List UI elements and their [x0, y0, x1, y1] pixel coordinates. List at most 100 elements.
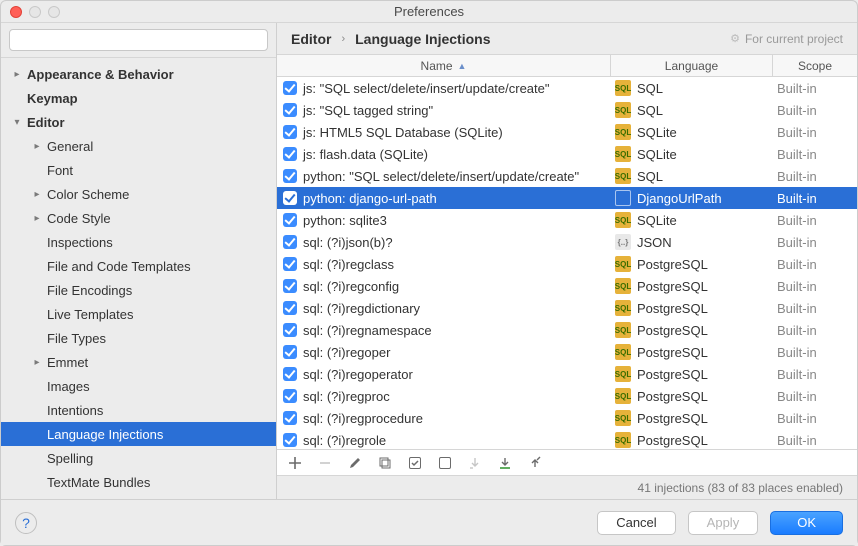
sidebar-item-file-encodings[interactable]: File Encodings — [1, 278, 276, 302]
move-to-project-button[interactable] — [467, 455, 483, 471]
table-row[interactable]: js: HTML5 SQL Database (SQLite)SQLiteBui… — [277, 121, 857, 143]
table-row[interactable]: sql: (?i)regnamespacePostgreSQLBuilt-in — [277, 319, 857, 341]
table-row[interactable]: js: "SQL tagged string"SQLBuilt-in — [277, 99, 857, 121]
sidebar-item-keymap[interactable]: Keymap — [1, 86, 276, 110]
search-input[interactable] — [9, 29, 268, 51]
table-row[interactable]: js: "SQL select/delete/insert/update/cre… — [277, 77, 857, 99]
sidebar-item-color-scheme[interactable]: ▸Color Scheme — [1, 182, 276, 206]
pg-icon — [615, 432, 631, 448]
breadcrumb-leaf: Language Injections — [355, 31, 490, 47]
pg-icon — [615, 388, 631, 404]
sidebar-item-label: Font — [45, 163, 73, 178]
sidebar-item-appearance-behavior[interactable]: ▸Appearance & Behavior — [1, 62, 276, 86]
injections-table[interactable]: js: "SQL select/delete/insert/update/cre… — [277, 77, 857, 449]
for-current-project: ⚙ For current project — [730, 32, 843, 46]
cancel-button[interactable]: Cancel — [597, 511, 675, 535]
chevron-right-icon: ▸ — [29, 357, 45, 368]
row-checkbox[interactable] — [283, 433, 297, 447]
row-checkbox[interactable] — [283, 301, 297, 315]
table-row[interactable]: python: django-url-pathDjangoUrlPathBuil… — [277, 187, 857, 209]
pg-icon — [615, 344, 631, 360]
row-checkbox[interactable] — [283, 279, 297, 293]
row-language: DjangoUrlPath — [637, 191, 722, 206]
django-icon — [615, 190, 631, 206]
col-language[interactable]: Language — [611, 55, 773, 76]
table-row[interactable]: sql: (?i)regconfigPostgreSQLBuilt-in — [277, 275, 857, 297]
row-name: python: "SQL select/delete/insert/update… — [303, 169, 579, 184]
table-row[interactable]: sql: (?i)regrolePostgreSQLBuilt-in — [277, 429, 857, 449]
table-row[interactable]: sql: (?i)regprocedurePostgreSQLBuilt-in — [277, 407, 857, 429]
row-name: sql: (?i)regrole — [303, 433, 386, 448]
table-row[interactable]: js: flash.data (SQLite)SQLiteBuilt-in — [277, 143, 857, 165]
table-row[interactable]: python: sqlite3SQLiteBuilt-in — [277, 209, 857, 231]
row-language: PostgreSQL — [637, 301, 708, 316]
row-checkbox[interactable] — [283, 411, 297, 425]
row-checkbox[interactable] — [283, 147, 297, 161]
row-name: sql: (?i)regnamespace — [303, 323, 432, 338]
sidebar-item-intentions[interactable]: Intentions — [1, 398, 276, 422]
row-name: sql: (?i)regoper — [303, 345, 390, 360]
sidebar-item-emmet[interactable]: ▸Emmet — [1, 350, 276, 374]
import-button[interactable] — [497, 455, 513, 471]
table-row[interactable]: sql: (?i)regoperatorPostgreSQLBuilt-in — [277, 363, 857, 385]
copy-button[interactable] — [377, 455, 393, 471]
chevron-right-icon: ▸ — [29, 189, 45, 200]
row-language: SQLite — [637, 125, 677, 140]
col-scope[interactable]: Scope — [773, 55, 857, 76]
sidebar: 🔍 ▸Appearance & BehaviorKeymap▾Editor▸Ge… — [1, 23, 277, 499]
remove-button[interactable] — [317, 455, 333, 471]
sidebar-item-editor[interactable]: ▾Editor — [1, 110, 276, 134]
row-checkbox[interactable] — [283, 213, 297, 227]
settings-tree[interactable]: ▸Appearance & BehaviorKeymap▾Editor▸Gene… — [1, 58, 276, 499]
row-language: SQL — [637, 81, 663, 96]
row-name: sql: (?i)regclass — [303, 257, 394, 272]
sidebar-item-textmate-bundles[interactable]: TextMate Bundles — [1, 470, 276, 494]
ok-button[interactable]: OK — [770, 511, 843, 535]
sidebar-item-label: Code Style — [45, 211, 111, 226]
sidebar-item-file-and-code-templates[interactable]: File and Code Templates — [1, 254, 276, 278]
row-checkbox[interactable] — [283, 169, 297, 183]
row-checkbox[interactable] — [283, 191, 297, 205]
sidebar-item-inspections[interactable]: Inspections — [1, 230, 276, 254]
sidebar-item-font[interactable]: Font — [1, 158, 276, 182]
sidebar-item-spelling[interactable]: Spelling — [1, 446, 276, 470]
table-row[interactable]: sql: (?i)regdictionaryPostgreSQLBuilt-in — [277, 297, 857, 319]
row-checkbox[interactable] — [283, 235, 297, 249]
row-checkbox[interactable] — [283, 257, 297, 271]
sql-icon — [615, 102, 631, 118]
row-checkbox[interactable] — [283, 389, 297, 403]
table-row[interactable]: sql: (?i)regoperPostgreSQLBuilt-in — [277, 341, 857, 363]
table-row[interactable]: python: "SQL select/delete/insert/update… — [277, 165, 857, 187]
row-scope: Built-in — [777, 367, 817, 382]
table-row[interactable]: sql: (?i)regclassPostgreSQLBuilt-in — [277, 253, 857, 275]
table-row[interactable]: sql: (?i)json(b)?JSONBuilt-in — [277, 231, 857, 253]
sidebar-item-live-templates[interactable]: Live Templates — [1, 302, 276, 326]
toggle-button[interactable] — [437, 455, 453, 471]
sidebar-item-code-style[interactable]: ▸Code Style — [1, 206, 276, 230]
add-button[interactable] — [287, 455, 303, 471]
export-button[interactable] — [527, 455, 543, 471]
row-language: PostgreSQL — [637, 257, 708, 272]
enable-button[interactable] — [407, 455, 423, 471]
sidebar-item-label: Editor — [25, 115, 65, 130]
apply-button[interactable]: Apply — [688, 511, 759, 535]
breadcrumb-root[interactable]: Editor — [291, 31, 331, 47]
row-checkbox[interactable] — [283, 367, 297, 381]
sidebar-item-images[interactable]: Images — [1, 374, 276, 398]
sidebar-item-general[interactable]: ▸General — [1, 134, 276, 158]
pg-icon — [615, 366, 631, 382]
row-checkbox[interactable] — [283, 81, 297, 95]
help-button[interactable]: ? — [15, 512, 37, 534]
sidebar-item-language-injections[interactable]: Language Injections — [1, 422, 276, 446]
table-row[interactable]: sql: (?i)regprocPostgreSQLBuilt-in — [277, 385, 857, 407]
row-name: js: "SQL select/delete/insert/update/cre… — [303, 81, 550, 96]
row-checkbox[interactable] — [283, 345, 297, 359]
row-language: PostgreSQL — [637, 279, 708, 294]
row-checkbox[interactable] — [283, 125, 297, 139]
row-checkbox[interactable] — [283, 103, 297, 117]
row-checkbox[interactable] — [283, 323, 297, 337]
col-name[interactable]: Name ▲ — [277, 55, 611, 76]
row-language: PostgreSQL — [637, 367, 708, 382]
edit-button[interactable] — [347, 455, 363, 471]
sidebar-item-file-types[interactable]: File Types — [1, 326, 276, 350]
